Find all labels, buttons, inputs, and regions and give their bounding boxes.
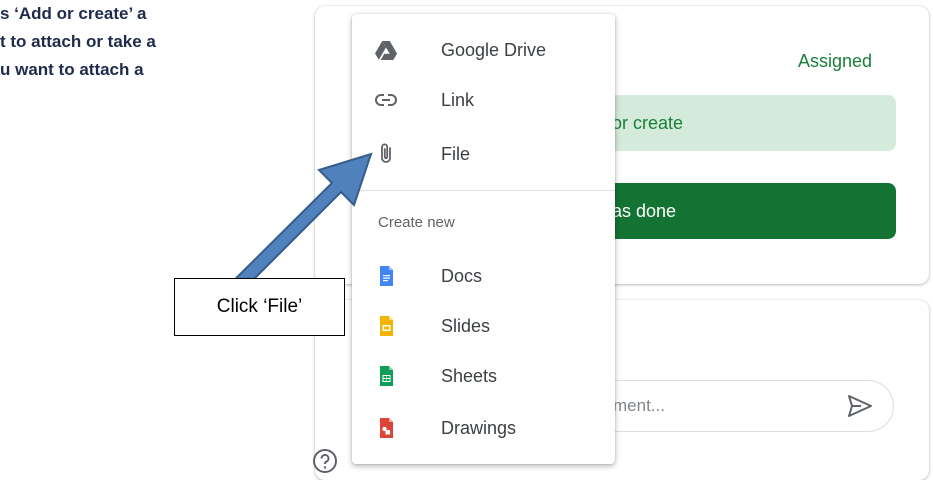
google-drive-icon [374,38,398,62]
menu-item-drawings[interactable]: Drawings [352,404,615,452]
sheets-icon [374,364,398,388]
docs-icon [374,264,398,288]
instruction-line-2: t to attach or take a [0,32,156,51]
menu-item-sheets[interactable]: Sheets [352,352,615,400]
menu-item-label: Drawings [441,418,517,438]
menu-item-google-drive[interactable]: Google Drive [352,26,615,74]
menu-item-slides[interactable]: Slides [352,302,615,350]
send-icon[interactable] [847,394,873,423]
menu-item-label: File [441,144,471,164]
link-icon [374,88,398,112]
instruction-callout: Click ‘File’ [174,278,345,336]
instruction-line-1: s ‘Add or create’ a [0,4,147,23]
comment-placeholder: ment... [613,396,665,415]
menu-item-label: Docs [441,266,483,286]
add-or-create-menu: Google Drive Link File Create new Docs S… [352,14,615,464]
menu-item-link[interactable]: Link [352,76,615,124]
menu-item-docs[interactable]: Docs [352,252,615,300]
slides-icon [374,314,398,338]
menu-item-label: Slides [441,316,491,336]
help-icon[interactable] [312,448,338,479]
menu-divider [352,190,615,191]
menu-item-label: Google Drive [441,40,547,60]
paperclip-icon [374,142,398,166]
instruction-text: s ‘Add or create’ a t to attach or take … [0,0,300,84]
create-new-heading: Create new [378,214,455,231]
menu-item-file[interactable]: File [352,130,615,178]
instruction-line-3: u want to attach a [0,60,144,79]
menu-item-label: Sheets [441,366,498,386]
assignment-status: Assigned [798,51,873,71]
drawings-icon [374,416,398,440]
menu-item-label: Link [441,90,475,110]
